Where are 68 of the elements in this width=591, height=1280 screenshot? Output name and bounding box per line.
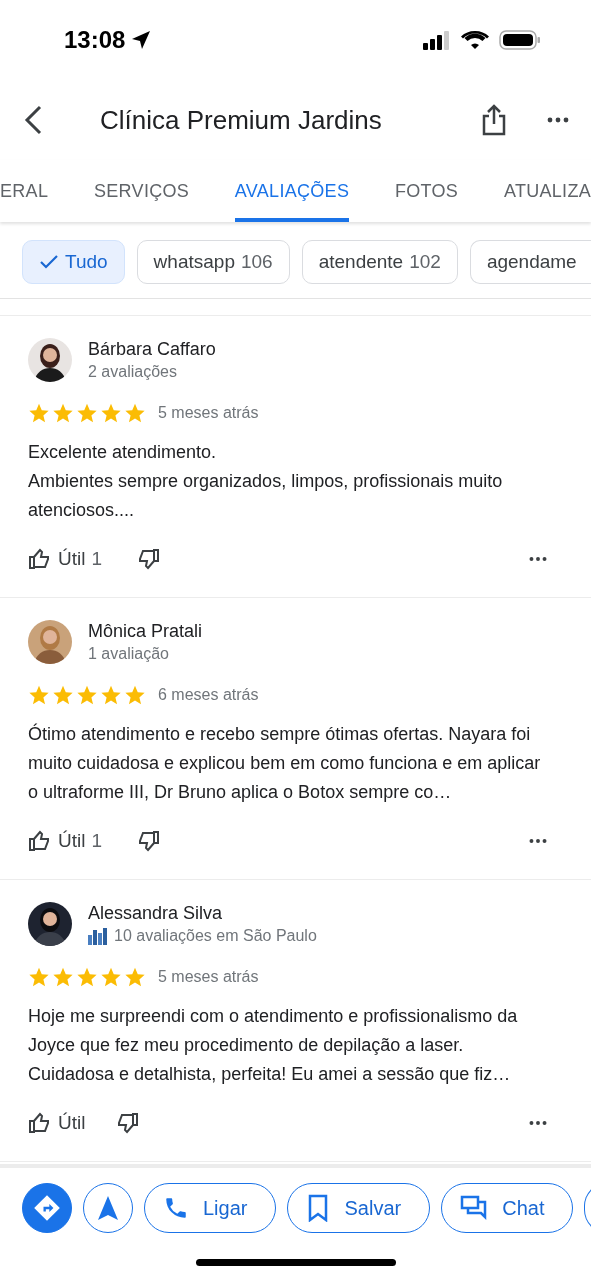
tab[interactable]: FOTOS <box>394 160 459 222</box>
navigation-arrow-icon <box>97 1195 119 1221</box>
star-icon <box>28 966 50 988</box>
star-icon <box>76 402 98 424</box>
more-icon <box>529 1120 547 1126</box>
call-button[interactable]: Ligar <box>144 1183 277 1233</box>
review-text: Ótimo atendimento e recebo sempre ótimas ofertas. Nayara foi muito cuidadosa e explicou bem em como funciona e em aplicar o ultraforme III, Dr Bruno aplica o Botox sempre co… <box>28 722 542 804</box>
star-icon <box>76 966 98 988</box>
save-button[interactable]: Salvar <box>287 1183 431 1233</box>
more-icon <box>547 117 569 123</box>
helpful-button[interactable]: Útil <box>28 1111 86 1135</box>
start-button[interactable] <box>83 1183 133 1233</box>
tab[interactable]: SERVIÇOS <box>94 160 190 222</box>
star-icon <box>100 402 122 424</box>
tab[interactable]: ATUALIZA <box>503 160 591 222</box>
location-arrow-icon <box>131 30 152 50</box>
star-icon <box>52 402 74 424</box>
directions-button[interactable] <box>22 1183 72 1233</box>
star-icon <box>28 684 50 706</box>
status-time: 13:08 <box>64 26 126 54</box>
review-count: 1 avaliação <box>88 645 169 663</box>
review-text: Hoje me surpreendi com o atendimento e profissionalismo da Joyce que fez meu procedimento de depilação a laser. Cuidadosa e detalhista, perfeita! Eu amei a sessão que fiz… <box>28 1005 519 1086</box>
review-text: Excelente atendimento. Ambientes sempre organizados, limpos, profissionais muito atenciosos.... <box>28 441 504 522</box>
review-count: 2 avaliações <box>88 363 177 381</box>
helpful-button[interactable]: Útil 1 <box>28 829 103 853</box>
thumbs-up-icon <box>28 547 52 571</box>
helpful-button[interactable]: Útil 1 <box>28 547 103 571</box>
star-icon <box>76 684 98 706</box>
check-icon <box>39 254 59 270</box>
chip-count: 102 <box>409 251 441 273</box>
star-icon <box>124 684 146 706</box>
tab[interactable]: AVALIAÇÕES <box>234 160 350 222</box>
chip-label: agendame <box>486 251 577 273</box>
thumbs-up-icon <box>28 829 52 853</box>
directions-icon <box>33 1194 61 1222</box>
filter-chip[interactable]: Tudo <box>22 240 125 284</box>
chip-count: 106 <box>240 251 273 273</box>
chat-icon <box>460 1194 489 1222</box>
tab[interactable]: ERAL <box>0 160 49 222</box>
star-icon <box>100 966 122 988</box>
review-time: 5 meses atrás <box>158 404 259 422</box>
star-icon <box>28 402 50 424</box>
thumbs-up-icon <box>28 1111 52 1135</box>
battery-icon <box>499 30 541 50</box>
reviewer-name[interactable]: Bárbara Caffaro <box>88 339 216 360</box>
star-icon <box>124 966 146 988</box>
filter-chip[interactable]: whatsapp 106 <box>136 240 290 284</box>
filter-chip[interactable]: atendente 102 <box>301 240 458 284</box>
signal-icon <box>423 30 451 50</box>
star-icon <box>52 966 74 988</box>
phone-icon <box>163 1195 189 1221</box>
chat-button[interactable]: Chat <box>441 1183 574 1233</box>
review-time: 5 meses atrás <box>158 968 259 986</box>
star-icon <box>100 684 122 706</box>
review-time: 6 meses atrás <box>158 686 259 704</box>
star-icon <box>52 684 74 706</box>
chip-label: whatsapp <box>153 251 235 273</box>
chip-label: atendente <box>318 251 404 273</box>
star-icon <box>124 402 146 424</box>
review-count: 10 avaliações em São Paulo <box>114 927 317 945</box>
filter-chip[interactable]: agendame <box>469 240 591 284</box>
chip-label: Tudo <box>65 251 108 273</box>
place-title: Clínica Premium Jardins <box>100 104 383 136</box>
more-icon <box>529 838 547 844</box>
reviewer-name[interactable]: Mônica Pratali <box>88 621 203 642</box>
wifi-icon <box>461 30 489 50</box>
more-icon <box>529 556 547 562</box>
reviewer-name[interactable]: Alessandra Silva <box>88 903 317 924</box>
